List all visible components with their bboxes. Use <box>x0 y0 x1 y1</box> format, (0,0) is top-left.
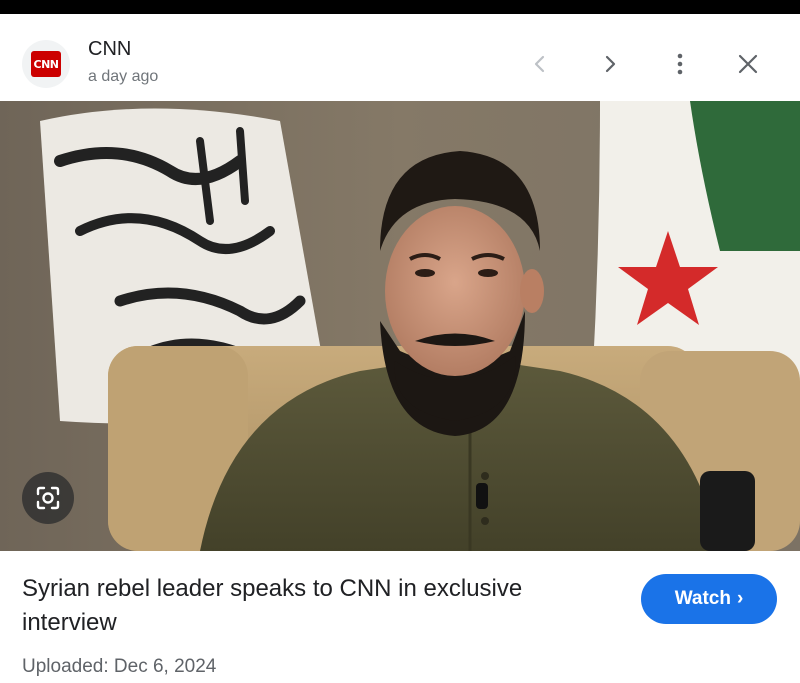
visual-search-button[interactable] <box>22 472 74 524</box>
article-image[interactable] <box>0 101 800 551</box>
article-title[interactable]: Syrian rebel leader speaks to CNN in exc… <box>22 572 602 640</box>
next-button[interactable] <box>590 44 630 84</box>
chevron-right-icon <box>605 55 616 73</box>
cnn-logo-icon: CNN <box>31 51 61 77</box>
close-button[interactable] <box>728 44 768 84</box>
interview-photo <box>0 101 800 551</box>
source-name: CNN <box>88 38 132 60</box>
source-logo: CNN <box>22 40 70 88</box>
more-options-button[interactable] <box>660 44 700 84</box>
chevron-right-icon: › <box>736 588 744 609</box>
close-icon <box>738 54 758 74</box>
previous-button[interactable] <box>520 44 560 84</box>
upload-date-value: Dec 6, 2024 <box>113 656 217 677</box>
chevron-left-icon <box>534 55 545 73</box>
upload-date: Uploaded: Dec 6, 2024 <box>22 656 216 678</box>
upload-label: Uploaded: <box>22 656 109 677</box>
status-bar-strip <box>0 0 800 14</box>
watch-button-label: Watch <box>674 588 731 609</box>
image-search-icon <box>36 486 60 510</box>
timestamp: a day ago <box>88 68 159 85</box>
watch-button[interactable]: Watch › <box>641 574 777 624</box>
card-header: CNN CNN a day ago <box>0 14 800 102</box>
more-vertical-icon <box>677 53 683 75</box>
news-card: CNN CNN a day ago Syrian rebel leader sp… <box>0 14 800 683</box>
